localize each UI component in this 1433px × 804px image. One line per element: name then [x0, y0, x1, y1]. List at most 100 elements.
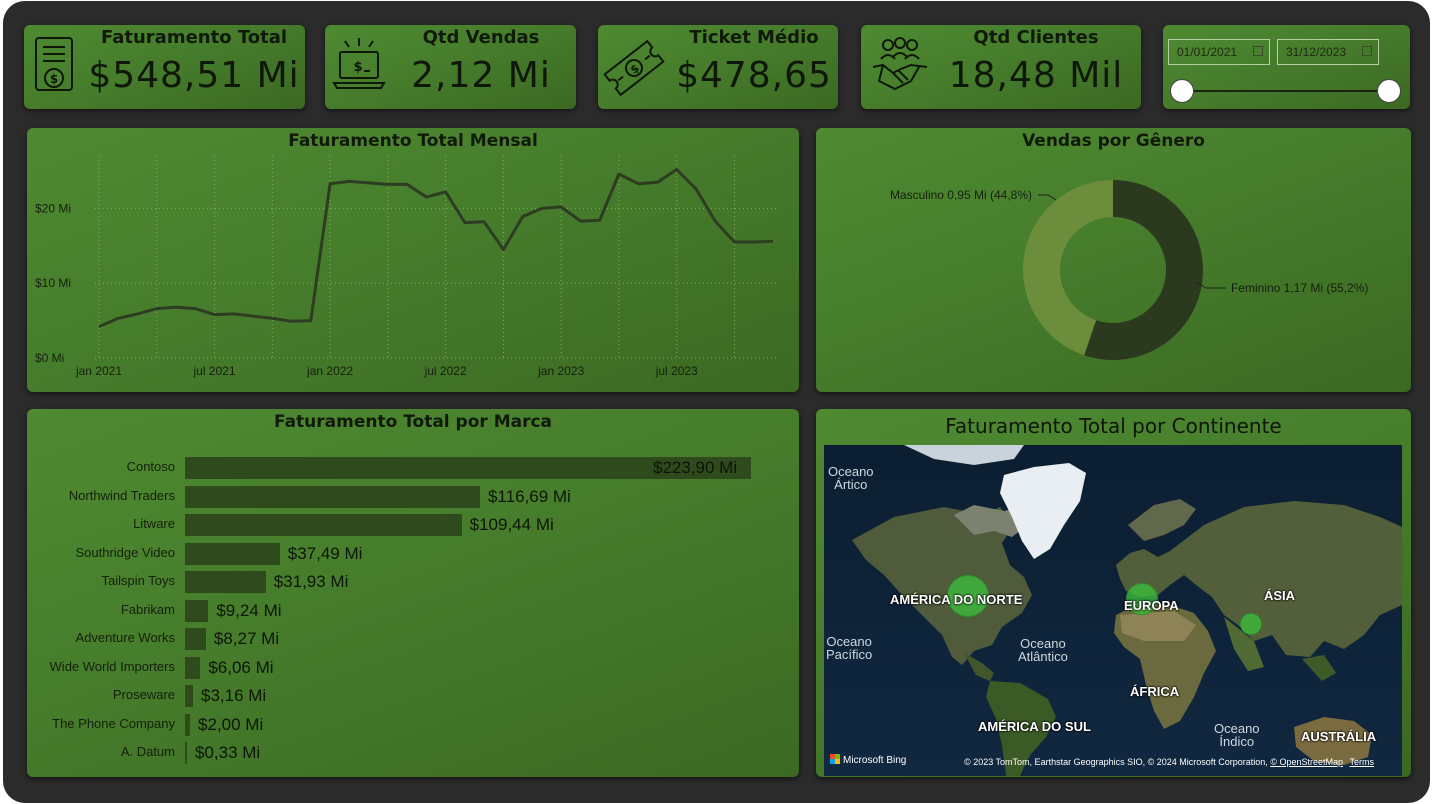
- continent-map-card[interactable]: Faturamento Total por Continente AMÉRICA…: [816, 409, 1411, 777]
- map-label-australia: AUSTRÁLIA: [1301, 729, 1377, 744]
- bing-label: Microsoft Bing: [843, 755, 907, 766]
- line-point[interactable]: [751, 239, 757, 245]
- x-tick-label: jan 2023: [537, 364, 584, 378]
- ocean-atlantic-text: Oceano Atlântico: [1018, 636, 1068, 664]
- gender-donut-chart[interactable]: Masculino 0,95 Mi (44,8%) Feminino 1,17 M…: [816, 128, 1411, 392]
- line-point[interactable]: [385, 181, 391, 187]
- bar[interactable]: [185, 713, 191, 736]
- line-point[interactable]: [616, 171, 622, 177]
- line-point[interactable]: [327, 181, 333, 187]
- line-point[interactable]: [481, 219, 487, 225]
- line-point[interactable]: [712, 218, 718, 224]
- line-point[interactable]: [597, 217, 603, 223]
- bar[interactable]: [185, 656, 201, 679]
- category-label: The Phone Company: [52, 715, 175, 731]
- category-label: Tailspin Toys: [101, 573, 175, 588]
- line-point[interactable]: [250, 313, 256, 319]
- start-date-input[interactable]: 01/01/2021: [1168, 39, 1270, 65]
- terms-link[interactable]: Terms: [1350, 757, 1375, 767]
- line-point[interactable]: [443, 189, 449, 195]
- category-label: A. Datum: [120, 744, 175, 759]
- bar-row[interactable]: Litware $109,44 Mi: [27, 514, 797, 536]
- bar-row[interactable]: The Phone Company $2,00 Mi: [27, 713, 797, 736]
- bar[interactable]: [185, 685, 193, 707]
- line-point[interactable]: [404, 181, 410, 187]
- calendar-icon[interactable]: [1253, 46, 1263, 56]
- line-point[interactable]: [173, 304, 179, 310]
- brand-revenue-chart-card[interactable]: Faturamento Total por Marca Contoso $223,…: [27, 409, 799, 777]
- line-point[interactable]: [654, 179, 660, 185]
- date-range-slicer[interactable]: 01/01/2021 31/12/2023: [1163, 25, 1410, 109]
- gender-sales-chart-card[interactable]: Vendas por Gênero Masculino 0,95 Mi (44,…: [816, 128, 1411, 392]
- kpi-title: Qtd Vendas: [422, 27, 540, 48]
- bar[interactable]: [185, 599, 209, 622]
- bar-row[interactable]: Tailspin Toys $31,93 Mi: [27, 571, 797, 593]
- kpi-card-ticket[interactable]: $ Ticket Médio $478,65: [598, 25, 838, 109]
- bar-row[interactable]: Fabrikam $9,24 Mi: [27, 599, 797, 622]
- line-point[interactable]: [231, 311, 237, 317]
- line-point[interactable]: [346, 178, 352, 184]
- line-point[interactable]: [731, 239, 737, 245]
- bubble-asia[interactable]: [1240, 613, 1262, 635]
- category-label: Fabrikam: [120, 601, 175, 617]
- x-tick-label: jul 2021: [193, 364, 236, 378]
- map-label-africa: ÁFRICA: [1130, 684, 1180, 699]
- map-label-south-america: AMÉRICA DO SUL: [978, 719, 1091, 734]
- bar[interactable]: [185, 542, 280, 565]
- line-point[interactable]: [289, 318, 295, 324]
- bar-row[interactable]: Contoso $223,90 Mi: [27, 457, 797, 479]
- bar-row[interactable]: Wide World Importers $6,06 Mi: [27, 656, 797, 679]
- line-point[interactable]: [423, 194, 429, 200]
- line-point[interactable]: [154, 306, 160, 312]
- line-point[interactable]: [539, 205, 545, 211]
- bar-row[interactable]: Proseware $3,16 Mi: [27, 685, 797, 707]
- slider-track[interactable]: [1183, 90, 1389, 92]
- brand-bar-chart[interactable]: Contoso $223,90 Mi Northwind Traders $116,6…: [27, 409, 799, 777]
- bar-value-label: $109,44 Mi: [469, 515, 554, 534]
- calendar-icon[interactable]: [1362, 46, 1372, 56]
- bar-row[interactable]: Northwind Traders $116,69 Mi: [27, 485, 797, 508]
- line-point[interactable]: [674, 166, 680, 172]
- line-point[interactable]: [366, 180, 372, 186]
- bar-row[interactable]: Adventure Works $8,27 Mi: [27, 628, 797, 650]
- attribution-text: © 2023 TomTom, Earthstar Geographics SIO…: [964, 757, 1268, 767]
- line-point[interactable]: [577, 218, 583, 224]
- openstreetmap-link[interactable]: © OpenStreetMap: [1270, 757, 1343, 767]
- line-point[interactable]: [462, 220, 468, 226]
- monthly-revenue-chart-card[interactable]: Faturamento Total Mensal $20 Mi $10 Mi $0 …: [27, 128, 799, 392]
- map-label-europe: EUROPA: [1124, 598, 1179, 613]
- bar[interactable]: [185, 485, 480, 508]
- monthly-revenue-line-chart[interactable]: $20 Mi $10 Mi $0 Mi jan 2021 jul 2021 jan 202…: [27, 128, 799, 392]
- bar-row[interactable]: Southridge Video $37,49 Mi: [27, 542, 797, 565]
- kpi-card-revenue[interactable]: $ Faturamento Total $548,51 Mi: [24, 25, 305, 109]
- line-point[interactable]: [500, 247, 506, 253]
- female-data-label: Feminino 1,17 Mi (55,2%): [1231, 281, 1368, 295]
- line-point[interactable]: [770, 238, 776, 244]
- line-point[interactable]: [269, 315, 275, 321]
- slider-end-handle[interactable]: [1377, 79, 1401, 103]
- bar-row[interactable]: A. Datum $0,33 Mi: [27, 742, 797, 764]
- kpi-card-customers[interactable]: Qtd Clientes 18,48 Mil: [861, 25, 1141, 109]
- kpi-value: $548,51 Mi: [88, 55, 300, 96]
- line-point[interactable]: [520, 214, 526, 220]
- bar[interactable]: [185, 571, 266, 593]
- line-point[interactable]: [192, 306, 198, 312]
- bar[interactable]: [185, 742, 187, 764]
- line-point[interactable]: [115, 315, 121, 321]
- male-data-label: Masculino 0,95 Mi (44,8%): [890, 188, 1032, 202]
- revenue-series-line[interactable]: [98, 168, 774, 328]
- bar[interactable]: [185, 628, 206, 650]
- bar[interactable]: [185, 514, 462, 536]
- line-point[interactable]: [693, 186, 699, 192]
- end-date-input[interactable]: 31/12/2023: [1277, 39, 1379, 65]
- line-point[interactable]: [558, 204, 564, 210]
- line-point[interactable]: [212, 312, 218, 318]
- kpi-card-sales[interactable]: $ Qtd Vendas 2,12 Mi: [325, 25, 576, 109]
- line-point[interactable]: [96, 324, 102, 330]
- line-point[interactable]: [308, 318, 314, 324]
- bar-value-label: $9,24 Mi: [216, 600, 282, 620]
- slider-start-handle[interactable]: [1170, 79, 1194, 103]
- line-point[interactable]: [135, 311, 141, 317]
- continent-map[interactable]: AMÉRICA DO NORTE EUROPA ÁSIA ÁFRICA AMÉR…: [824, 445, 1402, 776]
- line-point[interactable]: [635, 181, 641, 187]
